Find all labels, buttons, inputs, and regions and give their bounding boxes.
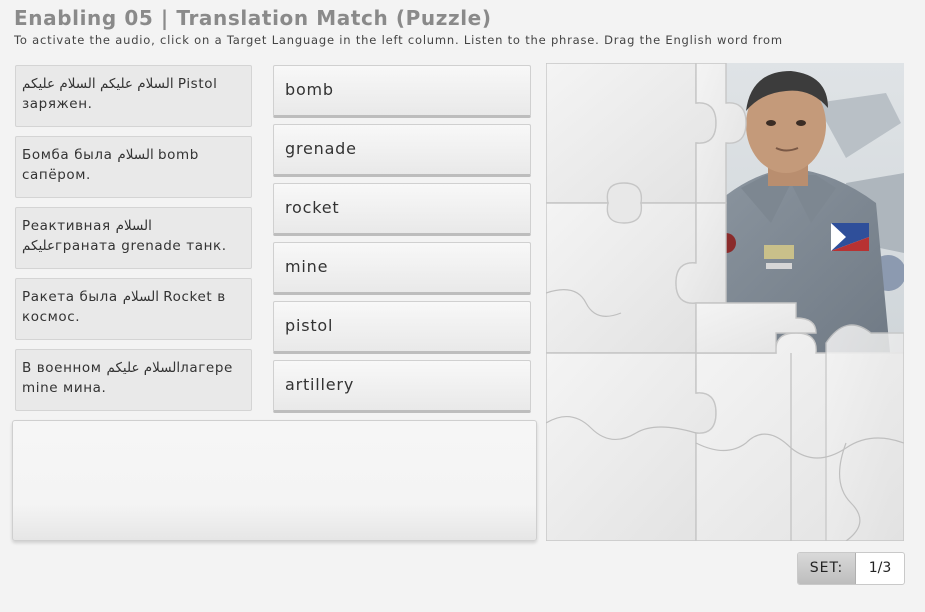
answer-drop-zone[interactable]: [12, 420, 537, 541]
word-tile-artillery[interactable]: artillery: [273, 360, 531, 413]
target-phrase-5[interactable]: В военном السلام عليكمлагере mine мина.: [15, 349, 252, 411]
puzzle-image: [546, 63, 904, 541]
word-tile-grenade[interactable]: grenade: [273, 124, 531, 177]
word-tile-pistol[interactable]: pistol: [273, 301, 531, 354]
target-phrase-2[interactable]: Бомба была السلام bomb сапёром.: [15, 136, 252, 198]
target-phrase-4[interactable]: Ракета была السلام Rocket в космос.: [15, 278, 252, 340]
set-indicator: SET: 1/3: [797, 552, 905, 585]
target-phrase-1[interactable]: السلام عليكم السلام عليكم Pistol заряжен…: [15, 65, 252, 127]
set-value: 1/3: [868, 560, 892, 576]
target-phrase-3[interactable]: Реактивная السلام عليكمграната grenade т…: [15, 207, 252, 269]
set-label: SET:: [798, 553, 856, 584]
instructions-text: To activate the audio, click on a Target…: [14, 33, 783, 47]
word-tile-mine[interactable]: mine: [273, 242, 531, 295]
word-tile-rocket[interactable]: rocket: [273, 183, 531, 236]
word-tile-bomb[interactable]: bomb: [273, 65, 531, 118]
page-title: Enabling 05 | Translation Match (Puzzle): [14, 6, 492, 30]
